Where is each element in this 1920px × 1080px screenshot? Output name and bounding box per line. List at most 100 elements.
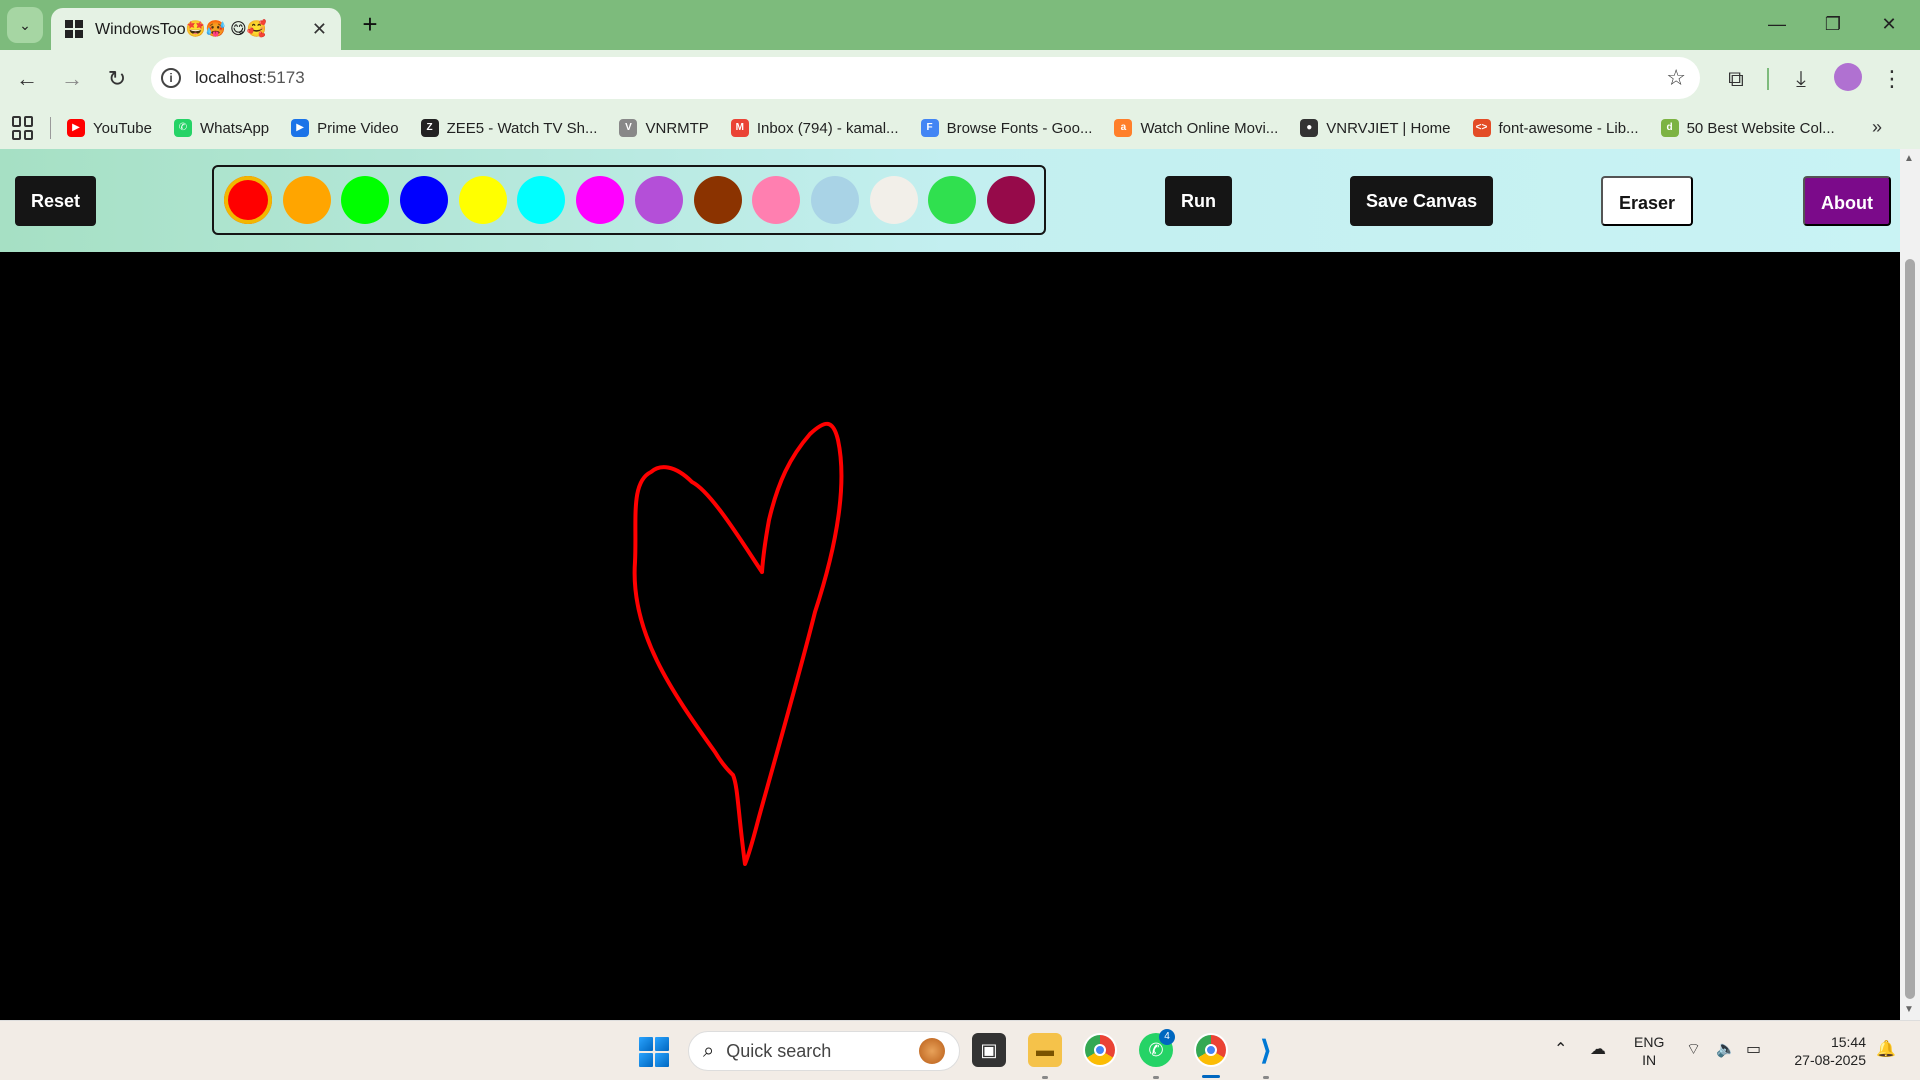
color-swatch[interactable] — [458, 176, 507, 224]
drawing-canvas[interactable] — [0, 252, 1900, 1020]
onedrive-cloud-icon[interactable]: ☁ — [1590, 1039, 1606, 1059]
wifi-icon[interactable]: ⌔ — [1686, 1039, 1701, 1059]
chrome-profile-icon[interactable] — [1194, 1033, 1228, 1067]
canvas-drawing — [632, 421, 844, 866]
color-swatch[interactable] — [576, 176, 625, 224]
color-swatch[interactable] — [282, 176, 331, 224]
address-bar[interactable]: i localhost:5173 ☆ — [151, 57, 1700, 99]
bookmark-item[interactable]: ▶ Prime Video — [291, 119, 399, 137]
menu-kebab-icon[interactable]: ⋮ — [1876, 63, 1908, 95]
lang-region: IN — [1642, 1052, 1657, 1068]
volume-icon[interactable]: 🔈 — [1716, 1039, 1736, 1059]
bookmark-item[interactable]: M Inbox (794) - kamal... — [730, 119, 899, 137]
save-canvas-button[interactable]: Save Canvas — [1350, 176, 1494, 226]
scroll-up-icon[interactable]: ▲ — [1904, 153, 1914, 164]
close-window-button[interactable]: ✕ — [1862, 6, 1916, 42]
color-swatch[interactable] — [752, 176, 801, 224]
bookmark-label: WhatsApp — [199, 119, 270, 137]
page-scrollbar[interactable]: ▲ ▼ — [1900, 149, 1920, 1020]
bookmark-favicon-icon: ▶ — [291, 119, 310, 137]
scroll-thumb[interactable] — [1905, 259, 1915, 999]
tab-search-button[interactable]: ⌄ — [7, 7, 43, 43]
bookmark-label: VNRVJIET | Home — [1326, 119, 1451, 137]
forward-button[interactable]: → — [57, 64, 87, 94]
file-explorer-indicator — [1042, 1076, 1048, 1079]
whatsapp-badge: 4 — [1159, 1029, 1175, 1045]
chrome-icon[interactable] — [1083, 1033, 1117, 1067]
clock-time: 15:44 — [1830, 1034, 1866, 1050]
url-text: localhost:5173 — [195, 68, 305, 87]
color-swatch[interactable] — [693, 176, 742, 224]
taskbar-search[interactable]: ⌕ Quick search — [688, 1031, 960, 1071]
run-button[interactable]: Run — [1165, 176, 1232, 226]
color-swatch[interactable] — [810, 176, 859, 224]
color-swatch[interactable] — [928, 176, 977, 224]
color-swatch[interactable] — [341, 176, 390, 224]
bookmark-label: 50 Best Website Col... — [1686, 119, 1835, 137]
color-swatch[interactable] — [400, 176, 449, 224]
bookmark-item[interactable]: a Watch Online Movi... — [1114, 119, 1278, 137]
bookmark-item[interactable]: ✆ WhatsApp — [173, 119, 270, 137]
download-icon[interactable]: ⤓ — [1785, 63, 1817, 95]
search-placeholder: Quick search — [726, 1040, 832, 1061]
new-tab-button[interactable]: + — [355, 10, 385, 40]
color-swatch[interactable] — [634, 176, 683, 224]
bookmark-label: Watch Online Movi... — [1140, 119, 1279, 137]
vscode-indicator — [1263, 1076, 1269, 1079]
language-indicator[interactable]: ENG IN — [1634, 1033, 1664, 1069]
profile-avatar[interactable] — [1834, 63, 1862, 91]
extensions-icon[interactable]: ⧉ — [1720, 63, 1752, 95]
bookmark-item[interactable]: d 50 Best Website Col... — [1660, 119, 1835, 137]
bookmarks-divider — [50, 117, 51, 139]
reload-button[interactable]: ↻ — [102, 64, 132, 94]
file-explorer-icon[interactable]: ▬ — [1028, 1033, 1062, 1067]
bookmark-item[interactable]: ▶ YouTube — [67, 119, 152, 137]
battery-icon[interactable]: ▭ — [1746, 1039, 1761, 1059]
bookmark-favicon-icon: d — [1660, 119, 1679, 137]
search-icon: ⌕ — [703, 1039, 715, 1062]
bookmark-item[interactable]: ● VNRVJIET | Home — [1300, 119, 1451, 137]
vscode-icon[interactable]: ⟩ — [1249, 1033, 1283, 1067]
bookmark-item[interactable]: V VNRMTP — [619, 119, 709, 137]
bookmarks-bar: ▶ YouTube ✆ WhatsApp ▶ Prime Video Z ZEE5 - Wat… — [0, 107, 1920, 149]
notifications-icon[interactable]: 🔔 — [1876, 1039, 1896, 1059]
system-clock[interactable]: 15:44 27-08-2025 — [1786, 1033, 1866, 1069]
bookmark-favicon-icon: F — [920, 119, 939, 137]
bookmark-label: ZEE5 - Watch TV Sh... — [446, 119, 598, 137]
minimize-button[interactable]: — — [1750, 6, 1804, 42]
reset-button[interactable]: Reset — [15, 176, 97, 226]
color-swatch[interactable] — [986, 176, 1035, 224]
windows-start-icon[interactable] — [639, 1037, 669, 1067]
bookmark-item[interactable]: F Browse Fonts - Goo... — [920, 119, 1092, 137]
bookmark-favicon-icon: M — [730, 119, 749, 137]
task-view-icon[interactable]: ▣ — [972, 1033, 1006, 1067]
color-swatch[interactable] — [224, 176, 272, 224]
toolbar-divider — [1767, 68, 1769, 90]
bookmark-favicon-icon: ▶ — [67, 119, 85, 137]
bookmark-label: Prime Video — [317, 119, 399, 137]
windows-favicon-icon — [65, 20, 83, 38]
bookmark-favicon-icon: Z — [420, 119, 439, 137]
site-info-icon[interactable]: i — [161, 68, 181, 88]
browser-tab-active[interactable]: WindowsToo🤩🥵 😋🥰 ✕ — [51, 8, 341, 50]
scroll-down-icon[interactable]: ▼ — [1904, 1004, 1914, 1015]
about-button[interactable]: About — [1803, 176, 1891, 226]
chevron-down-icon: ⌄ — [19, 16, 31, 33]
back-button[interactable]: ← — [12, 64, 42, 94]
more-bookmarks-icon[interactable]: » — [1872, 117, 1882, 138]
bookmark-star-icon[interactable]: ☆ — [1666, 65, 1686, 91]
show-hidden-icons-icon[interactable]: ⌃ — [1554, 1039, 1567, 1059]
bookmark-item[interactable]: Z ZEE5 - Watch TV Sh... — [420, 119, 598, 137]
eraser-button[interactable]: Eraser — [1601, 176, 1694, 226]
bookmark-favicon-icon: ● — [1300, 119, 1319, 137]
color-swatch[interactable] — [517, 176, 566, 224]
app-toolbar: Reset Run Save Canvas Eraser About — [0, 149, 1900, 252]
bookmark-item[interactable]: <> font-awesome - Lib... — [1472, 119, 1639, 137]
restore-button[interactable]: ❐ — [1806, 6, 1860, 42]
bookmark-label: font-awesome - Lib... — [1498, 119, 1639, 137]
close-tab-icon[interactable]: ✕ — [312, 19, 327, 40]
bookmark-label: VNRMTP — [645, 119, 709, 137]
apps-grid-icon[interactable] — [12, 116, 36, 140]
lang-code: ENG — [1634, 1034, 1665, 1050]
color-swatch[interactable] — [869, 176, 918, 224]
